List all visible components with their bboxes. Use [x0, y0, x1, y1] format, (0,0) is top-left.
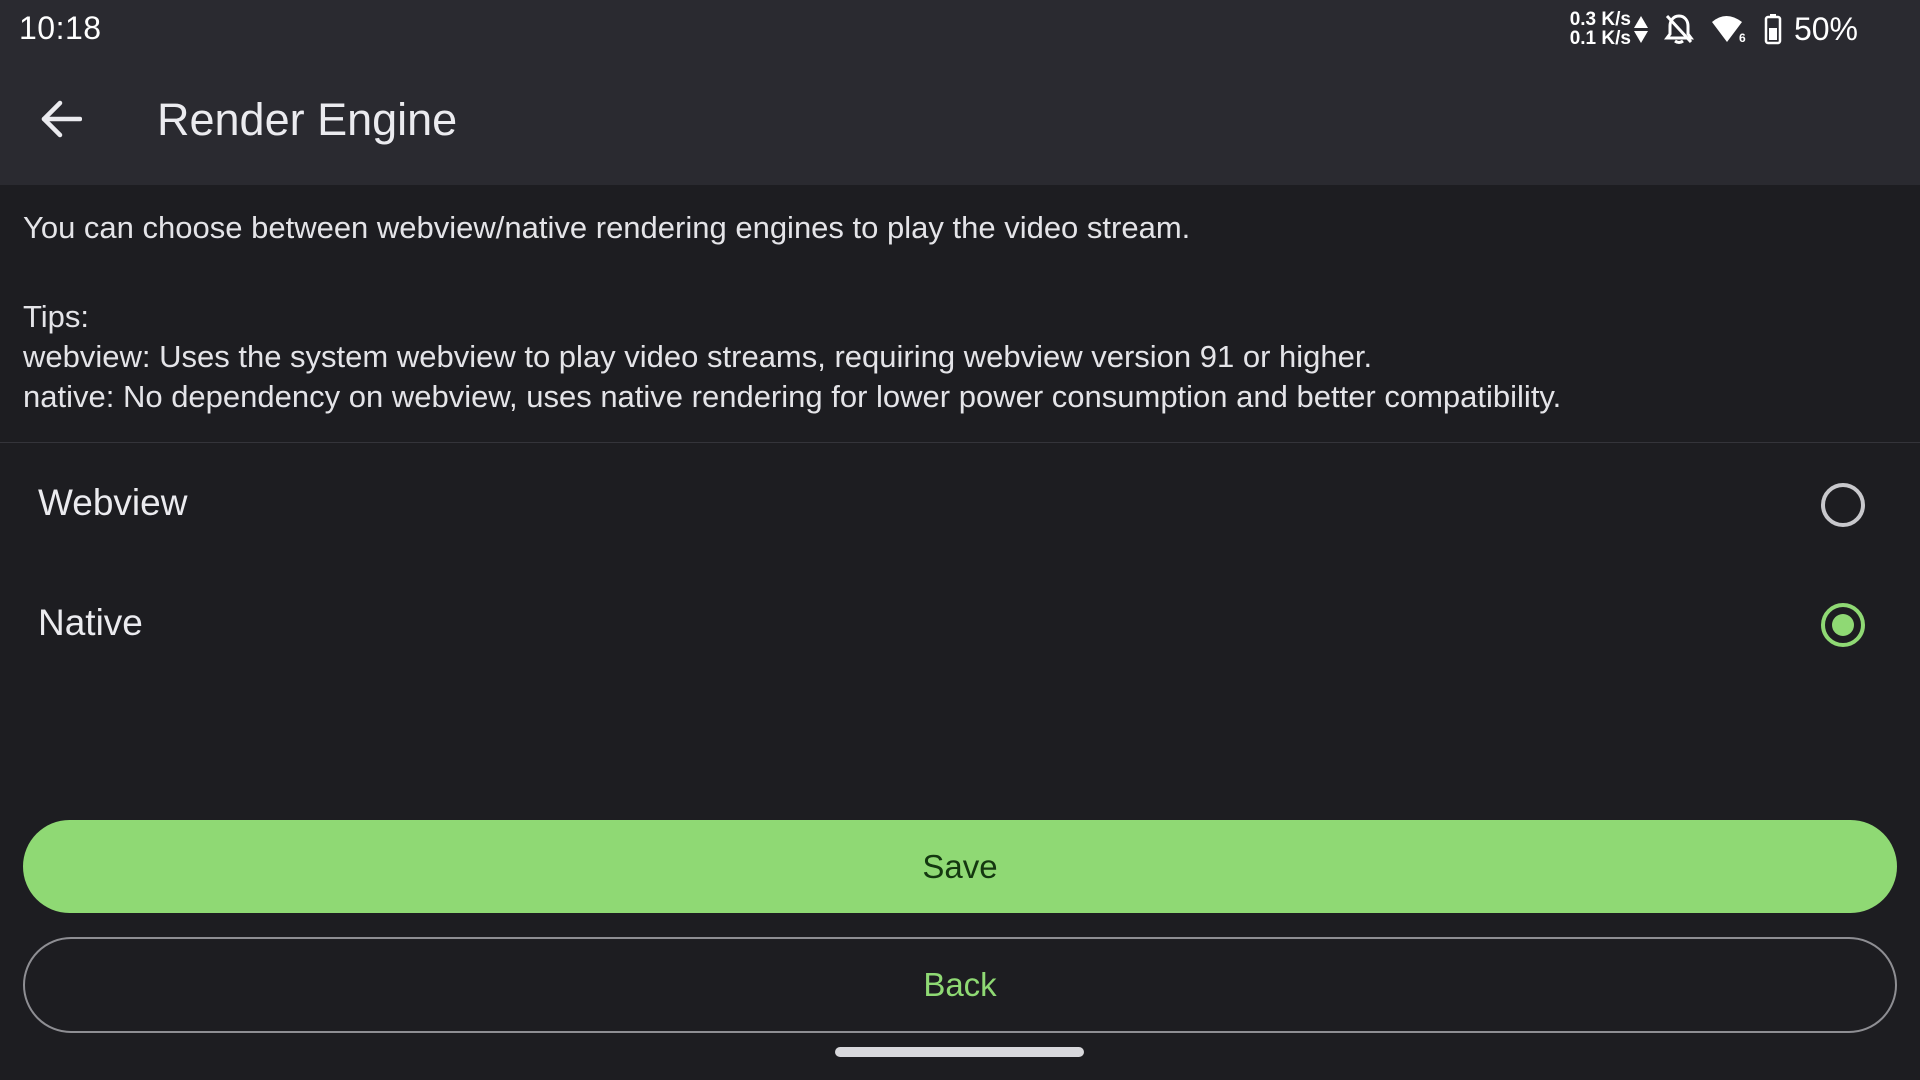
- status-time: 10:18: [19, 10, 102, 46]
- network-speed: 0.3 K/s 0.1 K/s: [1570, 10, 1648, 48]
- option-native[interactable]: Native: [0, 570, 1920, 680]
- back-button[interactable]: Back: [23, 937, 1897, 1033]
- save-button[interactable]: Save: [23, 820, 1897, 913]
- download-arrow-icon: [1633, 30, 1648, 43]
- option-label-native: Native: [38, 602, 143, 643]
- page-title: Render Engine: [157, 94, 458, 145]
- radio-native[interactable]: [1821, 603, 1865, 647]
- download-speed: 0.1 K/s: [1569, 28, 1631, 49]
- upload-arrow-icon: [1633, 15, 1648, 28]
- svg-text:6: 6: [1739, 31, 1746, 44]
- radio-selected-dot: [1832, 614, 1854, 636]
- divider: [0, 442, 1920, 443]
- tips-heading: Tips:: [23, 299, 90, 334]
- render-engine-screen: 10:18 0.3 K/s 0.1 K/s 6 50% Render Engin…: [0, 0, 1920, 1080]
- status-bar: 10:18 0.3 K/s 0.1 K/s 6 50%: [0, 0, 1920, 58]
- battery-percent: 50%: [1793, 10, 1858, 47]
- arrow-left-icon: [41, 100, 82, 138]
- tip-native: native: No dependency on webview, uses n…: [23, 379, 1562, 414]
- description: You can choose between webview/native re…: [23, 208, 1893, 417]
- tip-webview: webview: Uses the system webview to play…: [23, 339, 1373, 374]
- option-webview[interactable]: Webview: [0, 450, 1920, 560]
- notifications-off-icon: [1663, 14, 1694, 44]
- navigation-handle[interactable]: [835, 1047, 1084, 1057]
- battery-icon: [1764, 14, 1782, 45]
- upload-speed: 0.3 K/s: [1569, 9, 1631, 30]
- description-intro: You can choose between webview/native re…: [23, 210, 1191, 245]
- wifi-6-icon: 6: [1711, 16, 1746, 44]
- app-bar: Render Engine: [0, 58, 1920, 185]
- back-arrow-button[interactable]: [36, 94, 86, 144]
- option-label-webview: Webview: [38, 482, 188, 523]
- status-icons: 0.3 K/s 0.1 K/s 6 50%: [1570, 8, 1858, 50]
- radio-webview[interactable]: [1821, 483, 1865, 527]
